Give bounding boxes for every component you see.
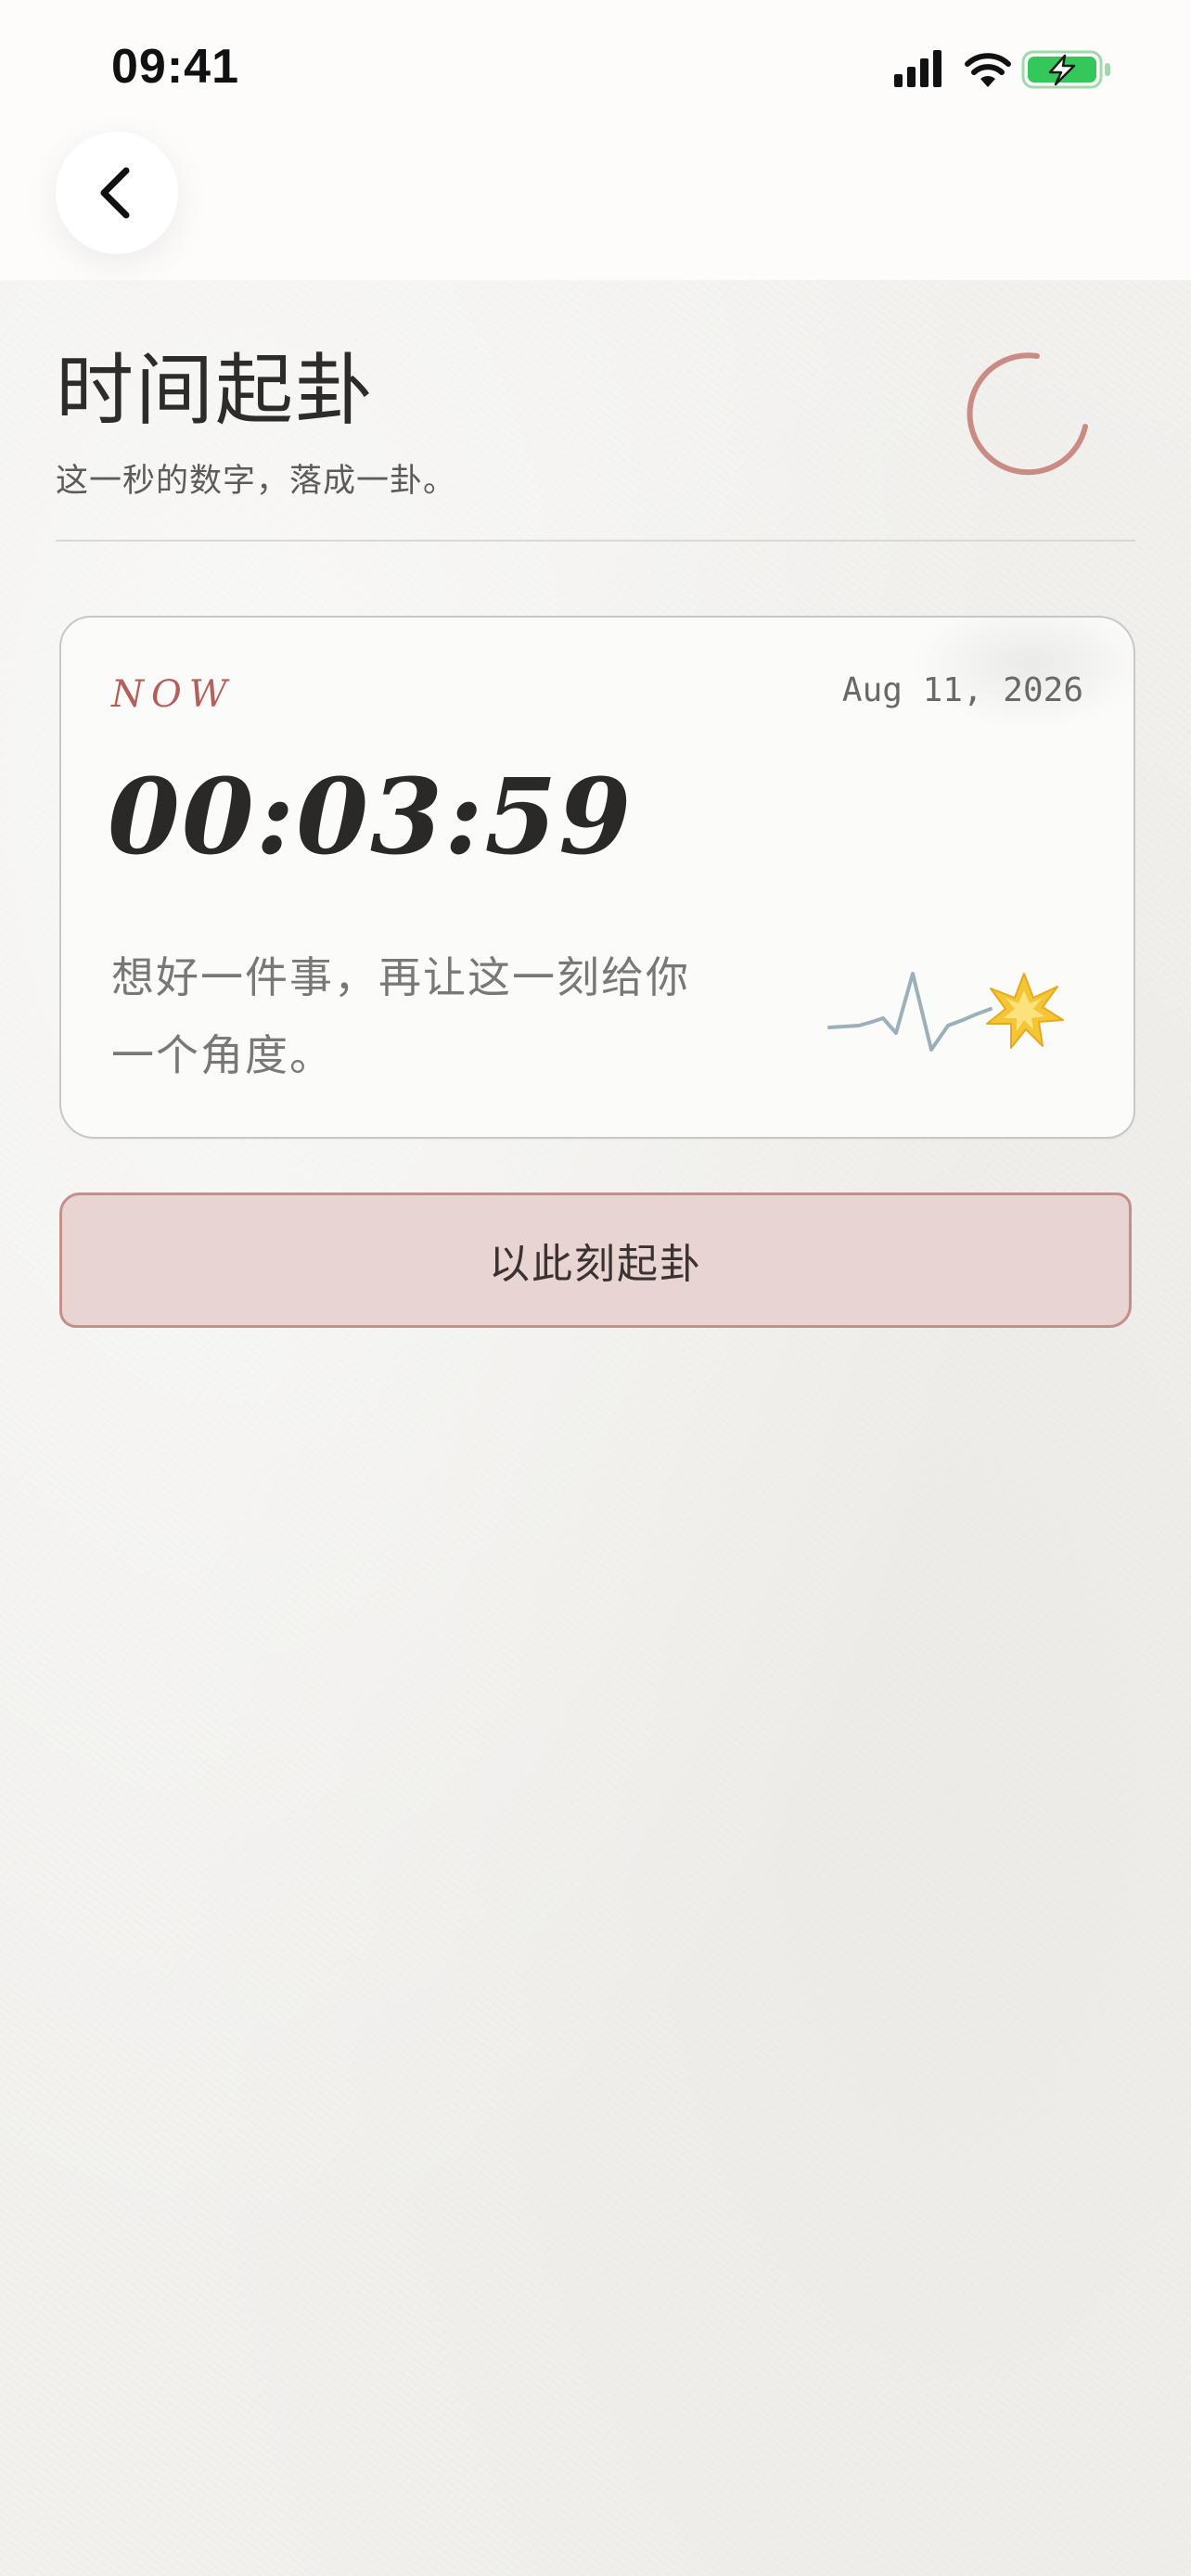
- header-divider: [56, 540, 1135, 542]
- time-card: NOW Aug 11, 2026 00:03:59 想好一件事，再让这一刻给你 …: [59, 616, 1135, 1139]
- status-icons-svg: [894, 50, 1110, 89]
- cellular-signal-icon: [894, 50, 941, 87]
- page-subtitle: 这一秒的数字，落成一卦。: [56, 463, 457, 500]
- cast-now-button[interactable]: 以此刻起卦: [59, 1192, 1132, 1328]
- now-label: NOW: [111, 673, 235, 716]
- date-label: Aug 11, 2026: [841, 671, 1083, 709]
- chevron-left-icon: [100, 167, 130, 219]
- back-button[interactable]: [56, 132, 178, 254]
- card-hint-line1: 想好一件事，再让这一刻给你: [111, 952, 690, 1002]
- cast-now-label: 以此刻起卦: [489, 1241, 702, 1288]
- battery-charging-icon: [1021, 50, 1110, 89]
- card-hint-line2: 一个角度。: [111, 1030, 334, 1080]
- status-time: 09:41: [111, 40, 239, 94]
- clock-display: 00:03:59: [108, 757, 634, 878]
- wifi-icon: [965, 53, 1011, 87]
- page-title: 时间起卦: [56, 345, 376, 436]
- pulse-illustration: [827, 972, 1064, 1052]
- status-icons: [892, 48, 1115, 89]
- top-bar: 09:41: [0, 0, 1191, 280]
- pulse-line-icon: [827, 972, 992, 1052]
- loading-spinner-icon: [967, 352, 1088, 476]
- card-hint: 想好一件事，再让这一刻给你 一个角度。: [111, 938, 761, 1094]
- spark-burst-icon: [986, 973, 1064, 1049]
